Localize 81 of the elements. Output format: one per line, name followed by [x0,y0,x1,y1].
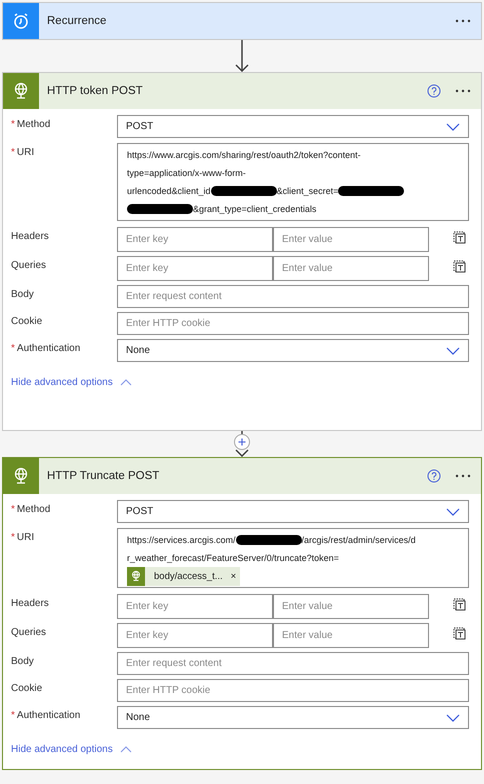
required-marker: * [11,532,15,543]
key-field[interactable]: Enter key [117,594,273,619]
uri-text: /arcgis/rest/admin/services/d [302,535,416,545]
required-marker: * [11,147,15,158]
uri-text: https://www.arcgis.com/sharing/rest/oauth2/token?content- [127,150,361,160]
field-label: Method [16,504,50,515]
action-card[interactable] [2,72,482,431]
field-label: Body [11,656,34,667]
more-options-icon[interactable] [455,89,471,93]
switch-mode-icon[interactable] [453,627,466,640]
field-label: Body [11,289,34,300]
help-icon[interactable] [427,469,441,483]
dropdown-field[interactable]: None [117,706,469,729]
help-icon[interactable] [427,84,441,98]
globe-icon [13,82,29,100]
switch-mode-icon[interactable] [453,231,466,244]
uri-text: &client_secret= [276,186,338,196]
required-marker: * [11,504,15,515]
key-field[interactable]: Enter key [117,256,273,281]
hide-advanced-options-link[interactable]: Hide advanced options [11,377,132,388]
uri-text: urlencoded&client_id [127,186,211,196]
text-field[interactable]: Enter HTTP cookie [117,312,469,335]
field-label: Headers [11,598,49,609]
uri-text: type=application/x-www-form- [127,168,246,178]
chevron-up-icon [120,746,132,753]
step-title: Recurrence [47,15,108,27]
required-marker: * [11,119,15,130]
action-card[interactable] [2,457,482,770]
chevron-down-icon [446,122,460,130]
switch-mode-icon[interactable] [453,598,466,611]
value-field[interactable]: Enter value [273,594,429,619]
field-label: Queries [11,260,46,271]
key-field[interactable]: Enter key [117,623,273,648]
uri-text: &grant_type=client_credentials [193,204,316,214]
required-marker: * [11,343,15,354]
field-label: Headers [11,231,49,242]
text-field[interactable]: Enter request content [117,285,469,308]
field-label: URI [16,532,34,543]
alarm-clock-icon [12,12,30,30]
field-label: Cookie [11,316,42,327]
globe-icon [127,566,145,586]
chevron-down-icon [446,714,460,722]
field-label: URI [16,147,34,158]
hide-advanced-options-link[interactable]: Hide advanced options [11,744,132,755]
chevron-down-icon [446,508,460,516]
more-options-icon[interactable] [455,474,471,478]
value-field[interactable]: Enter value [273,623,429,648]
uri-field[interactable]: https://www.arcgis.com/sharing/rest/oauth2/token?content- type=application/x-www-form- urlencoded&client_id &client_secret= &grant_type=client_credentials [117,143,469,221]
action-card[interactable]: Recurrence [2,2,482,40]
step-title: HTTP token POST [47,85,144,97]
redaction-mark [210,186,277,196]
field-label: Method [16,119,50,130]
field-label: Queries [11,627,46,638]
switch-mode-icon[interactable] [453,260,466,273]
chevron-up-icon [120,379,132,386]
dynamic-content-token[interactable]: body/access_t... × [127,566,240,586]
key-field[interactable]: Enter key [117,227,273,252]
required-marker: * [11,710,15,721]
dropdown-field[interactable]: POST [117,500,469,523]
uri-text: https://services.arcgis.com/ [127,535,236,545]
field-label: Authentication [16,710,80,721]
remove-token-button[interactable]: × [230,570,236,582]
dropdown-field[interactable]: POST [117,115,469,138]
dropdown-field[interactable]: None [117,339,469,362]
text-field[interactable]: Enter HTTP cookie [117,679,469,702]
token-label: body/access_t... [154,570,223,582]
value-field[interactable]: Enter value [273,256,429,281]
globe-icon [13,467,29,485]
uri-field[interactable]: https://services.arcgis.com/ /arcgis/rest/admin/services/d r_weather_forecast/FeatureServer/0/truncate?token= body/access_t... × [117,528,469,588]
redaction-mark [338,186,404,196]
more-options-icon[interactable] [455,19,471,23]
redaction-mark [127,204,193,214]
field-label: Authentication [16,343,80,354]
text-field[interactable]: Enter request content [117,652,469,675]
value-field[interactable]: Enter value [273,227,429,252]
redaction-mark [236,535,302,545]
field-label: Cookie [11,683,42,694]
uri-text: r_weather_forecast/FeatureServer/0/truncate?token= [127,553,339,563]
step-title: HTTP Truncate POST [47,470,160,482]
insert-step-connector-drawing[interactable] [233,431,251,457]
chevron-down-icon [446,346,460,354]
